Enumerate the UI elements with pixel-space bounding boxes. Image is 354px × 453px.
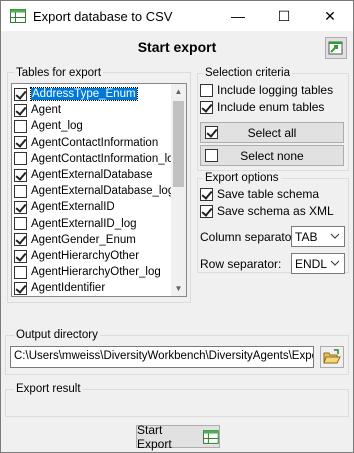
help-green-arrow-icon <box>328 41 343 55</box>
table-name: Agent <box>31 104 62 117</box>
select-all-button[interactable]: Select all <box>200 122 344 143</box>
table-name: AgentContactInformation_log <box>31 152 180 165</box>
output-directory-label: Output directory <box>14 329 100 341</box>
table-name: AgentExternalDatabase <box>31 169 153 181</box>
window-title: Export database to CSV <box>33 9 173 24</box>
table-checkbox[interactable] <box>14 249 27 263</box>
column-separator-label: Column separator: <box>200 230 299 244</box>
table-name: AgentExternalID_log <box>31 217 137 230</box>
save-schema-checkbox[interactable]: Save table schema <box>200 187 319 201</box>
page-title: Start export <box>137 39 217 55</box>
table-checkbox[interactable] <box>14 103 27 117</box>
table-name: AddressType_Enum <box>30 87 138 101</box>
tables-list[interactable]: AddressType_Enum Agent Agent_log AgentConta… <box>11 83 187 297</box>
help-button[interactable] <box>325 37 347 59</box>
table-list-item[interactable]: Agent <box>14 102 170 118</box>
select-all-check-icon <box>205 126 218 139</box>
table-checkbox[interactable] <box>14 168 27 182</box>
tables-group-label: Tables for export <box>14 67 104 79</box>
table-name: AgentHierarchyOther_log <box>31 266 161 279</box>
column-separator-value: TAB <box>295 229 318 244</box>
include-enum-check[interactable] <box>200 100 213 114</box>
table-list-item[interactable]: AgentContactInformation <box>14 135 170 151</box>
row-separator-label: Row separator: <box>200 257 282 271</box>
table-list-item[interactable]: AgentExternalDatabase_log <box>14 183 174 199</box>
table-list-item[interactable]: AgentHierarchyOther_log <box>14 264 170 280</box>
table-list-item[interactable]: AddressType_Enum <box>14 86 170 102</box>
output-directory-input[interactable]: C:\Users\mweiss\DiversityWorkbench\Diver… <box>10 346 314 368</box>
chevron-down-icon <box>330 260 340 266</box>
table-name: AgentExternalDatabase_log <box>31 185 175 198</box>
include-logging-label: Include logging tables <box>217 83 334 97</box>
table-name: Agent_log <box>31 120 83 133</box>
column-separator-select[interactable]: TAB <box>291 226 345 247</box>
table-name: AgentContactInformation <box>31 136 159 149</box>
close-icon: ✕ <box>324 7 336 24</box>
database-export-icon <box>10 9 26 23</box>
table-checkbox[interactable] <box>14 217 27 231</box>
start-export-label: Start Export <box>137 422 172 451</box>
save-schema-xml-check[interactable] <box>200 204 213 218</box>
table-checkbox[interactable] <box>14 184 27 198</box>
minimize-icon: — <box>231 8 245 24</box>
table-checkbox[interactable] <box>14 119 27 133</box>
table-name: AgentHierarchyOther <box>31 250 140 262</box>
maximize-icon: ☐ <box>277 7 291 24</box>
table-list-item[interactable]: AgentIdentifier <box>14 280 170 296</box>
save-schema-xml-label: Save schema as XML <box>217 204 334 218</box>
export-result-label: Export result <box>14 383 83 395</box>
select-none-button[interactable]: Select none <box>200 145 344 166</box>
table-name: AgentGender_Enum <box>31 233 136 246</box>
table-list-item[interactable]: AgentGender_Enum <box>14 232 170 248</box>
scroll-down-icon[interactable]: ▼ <box>171 281 186 296</box>
table-checkbox[interactable] <box>14 265 27 279</box>
table-list-item[interactable]: AgentExternalID <box>14 199 170 215</box>
table-checkbox[interactable] <box>14 87 27 101</box>
table-checkbox[interactable] <box>14 281 27 295</box>
save-schema-xml-checkbox[interactable]: Save schema as XML <box>200 204 334 218</box>
table-checkbox[interactable] <box>14 200 27 214</box>
include-logging-checkbox[interactable]: Include logging tables <box>200 83 333 97</box>
maximize-button[interactable]: ☐ <box>261 1 307 31</box>
include-logging-check[interactable] <box>200 83 213 97</box>
table-list-item[interactable]: AgentExternalID_log <box>14 216 170 232</box>
select-all-label: Select all <box>247 125 297 140</box>
table-checkbox[interactable] <box>14 233 27 247</box>
select-none-label: Select none <box>240 148 304 163</box>
title-bar: Export database to CSV — ☐ ✕ <box>1 1 353 31</box>
export-options-label: Export options <box>203 172 281 184</box>
include-enum-checkbox[interactable]: Include enum tables <box>200 100 324 114</box>
table-list-item[interactable]: AgentContactInformation_log <box>14 151 180 167</box>
include-enum-label: Include enum tables <box>217 100 325 114</box>
browse-folder-button[interactable] <box>320 346 344 368</box>
minimize-button[interactable]: — <box>215 1 261 31</box>
table-checkbox[interactable] <box>14 152 27 166</box>
save-schema-label: Save table schema <box>217 187 320 201</box>
selection-group-label: Selection criteria <box>203 67 293 79</box>
start-export-button[interactable]: Start Export <box>136 422 220 451</box>
row-separator-value: ENDL <box>295 256 328 271</box>
select-none-check-icon <box>205 149 218 162</box>
table-list-item[interactable]: Agent_log <box>14 118 170 134</box>
table-list-item[interactable]: AgentExternalDatabase <box>14 167 170 183</box>
row-separator-select[interactable]: ENDL <box>291 253 345 274</box>
tables-scrollbar[interactable]: ▲ ▼ <box>171 84 186 296</box>
table-checkbox[interactable] <box>14 136 27 150</box>
chevron-down-icon <box>330 233 340 239</box>
save-schema-check[interactable] <box>200 187 213 201</box>
database-export-icon <box>203 429 219 444</box>
table-name: AgentExternalID <box>31 201 115 214</box>
table-list-item[interactable]: AgentHierarchyOther <box>14 248 170 264</box>
open-folder-icon <box>323 349 341 364</box>
scroll-thumb[interactable] <box>173 101 184 187</box>
export-dialog-window: Export database to CSV — ☐ ✕ Start expor… <box>0 0 354 453</box>
scroll-up-icon[interactable]: ▲ <box>171 84 186 99</box>
table-name: AgentIdentifier <box>31 282 106 295</box>
close-button[interactable]: ✕ <box>307 1 353 31</box>
